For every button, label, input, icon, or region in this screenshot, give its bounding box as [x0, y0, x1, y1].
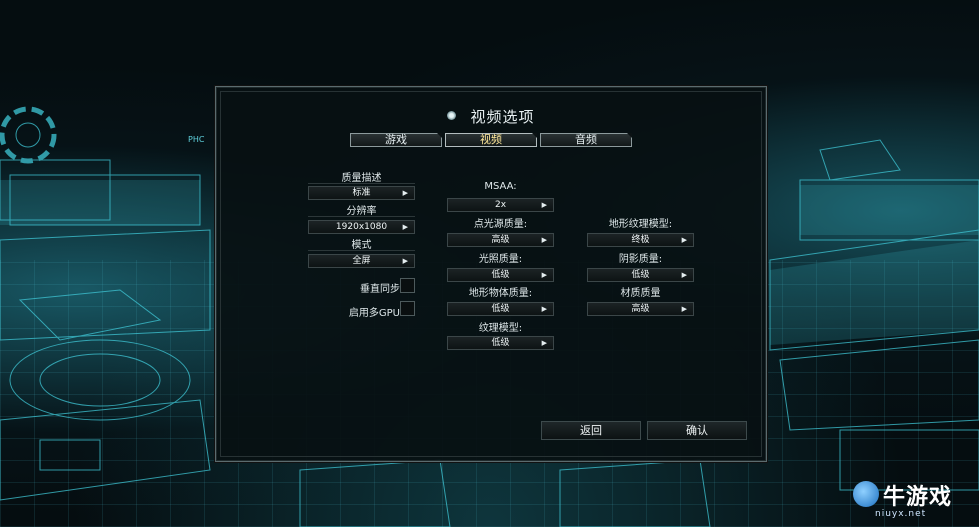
terrain-texture-label: 地形纹理模型: [608, 219, 673, 230]
arrow-right-icon: ▶ [541, 305, 547, 313]
video-options-dialog: 视频选项 游戏 视频 音频 质量描述 标准 ▶ 分辨率 1920x1080 ▶ 模式… [215, 86, 767, 462]
arrow-right-icon: ▶ [541, 339, 547, 347]
confirm-button[interactable]: 确认 [647, 421, 747, 440]
msaa-label: MSAA: [484, 181, 517, 192]
lighting-select[interactable]: 低级 ▶ [447, 268, 554, 282]
texture-model-label: 纹理模型: [478, 323, 523, 334]
texture-model-select[interactable]: 低级 ▶ [447, 336, 554, 350]
watermark-url: niuyx.net [875, 509, 927, 519]
multi-gpu-label: 启用多GPU [348, 308, 400, 319]
shadow-label: 阴影质量: [618, 254, 663, 265]
resolution-value: 1920x1080 [335, 222, 388, 232]
svg-text:PHC: PHC [188, 135, 205, 144]
texture-model-value: 低级 [491, 338, 510, 348]
point-light-label: 点光源质量: [473, 219, 528, 230]
material-label: 材质质量 [620, 288, 661, 299]
terrain-objects-select[interactable]: 低级 ▶ [447, 302, 554, 316]
terrain-objects-label: 地形物体质量: [468, 288, 533, 299]
dialog-title: 视频选项 [470, 108, 535, 126]
arrow-right-icon: ▶ [541, 271, 547, 279]
tab-audio[interactable]: 音频 [540, 133, 632, 147]
arrow-right-icon: ▶ [402, 257, 408, 265]
watermark-brand: 牛游戏 [883, 485, 953, 510]
resolution-label: 分辨率 [346, 206, 377, 217]
mode-label: 模式 [351, 240, 372, 251]
options-icon [447, 111, 457, 120]
mode-select[interactable]: 全屏 ▶ [308, 254, 415, 268]
divider [308, 250, 415, 251]
vsync-label: 垂直同步 [360, 284, 400, 295]
quality-preset-select[interactable]: 标准 ▶ [308, 186, 415, 200]
watermark-logo-icon [853, 481, 879, 507]
terrain-texture-select[interactable]: 终极 ▶ [587, 233, 694, 247]
tab-game[interactable]: 游戏 [350, 133, 442, 147]
arrow-right-icon: ▶ [681, 236, 687, 244]
terrain-texture-value: 终极 [631, 235, 650, 245]
dialog-title-row: 视频选项 [216, 106, 766, 127]
quality-preset-label: 质量描述 [341, 173, 382, 184]
arrow-right-icon: ▶ [681, 271, 687, 279]
msaa-select[interactable]: 2x ▶ [447, 198, 554, 212]
arrow-right-icon: ▶ [681, 305, 687, 313]
material-select[interactable]: 高级 ▶ [587, 302, 694, 316]
arrow-right-icon: ▶ [402, 189, 408, 197]
tab-game-label: 游戏 [385, 133, 407, 146]
back-button[interactable]: 返回 [541, 421, 641, 440]
arrow-right-icon: ▶ [402, 223, 408, 231]
site-watermark: 牛游戏 niuyx.net [853, 479, 971, 523]
arrow-right-icon: ▶ [541, 236, 547, 244]
divider [308, 183, 415, 184]
resolution-select[interactable]: 1920x1080 ▶ [308, 220, 415, 234]
multi-gpu-checkbox[interactable] [400, 301, 415, 316]
tab-audio-label: 音频 [575, 133, 597, 146]
arrow-right-icon: ▶ [541, 201, 547, 209]
shadow-select[interactable]: 低级 ▶ [587, 268, 694, 282]
divider [308, 216, 415, 217]
mode-value: 全屏 [352, 256, 371, 266]
lighting-label: 光照质量: [478, 254, 523, 265]
lighting-value: 低级 [491, 270, 510, 280]
quality-preset-value: 标准 [352, 188, 371, 198]
shadow-value: 低级 [631, 270, 650, 280]
point-light-select[interactable]: 高级 ▶ [447, 233, 554, 247]
vsync-checkbox[interactable] [400, 278, 415, 293]
terrain-objects-value: 低级 [491, 304, 510, 314]
tab-video[interactable]: 视频 [445, 133, 537, 147]
tab-video-label: 视频 [480, 133, 502, 146]
point-light-value: 高级 [491, 235, 510, 245]
material-value: 高级 [631, 304, 650, 314]
msaa-value: 2x [494, 200, 507, 210]
